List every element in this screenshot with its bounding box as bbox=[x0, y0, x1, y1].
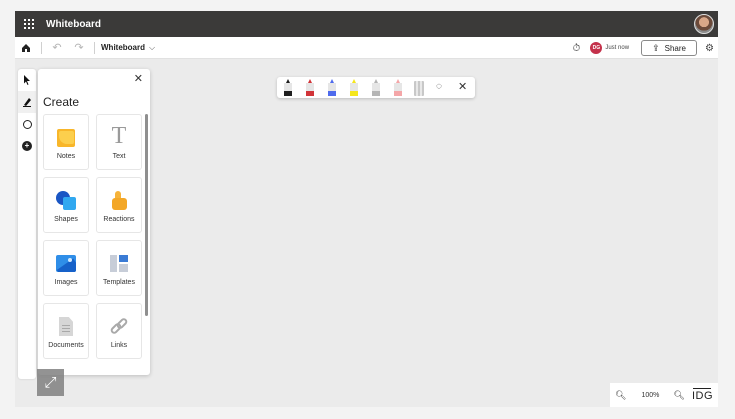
title-bar: Whiteboard bbox=[15, 11, 718, 37]
ink-toolbar: ◌ ✕ bbox=[277, 77, 475, 98]
tile-label: Links bbox=[110, 342, 128, 349]
undo-button[interactable]: ↶ bbox=[46, 37, 68, 59]
share-label: Share bbox=[664, 43, 686, 53]
home-icon bbox=[22, 43, 30, 52]
app-title: Whiteboard bbox=[46, 18, 101, 30]
document-icon bbox=[56, 317, 76, 337]
tile-label: Templates bbox=[103, 279, 135, 286]
create-panel: ✕ Create Notes T Text Shapes Reactions I… bbox=[38, 69, 150, 375]
board-name[interactable]: Whiteboard bbox=[101, 43, 145, 52]
select-tool-button[interactable] bbox=[18, 69, 36, 91]
tile-label: Text bbox=[112, 153, 126, 160]
share-button[interactable]: ⇪ Share bbox=[641, 40, 698, 56]
tool-rail: + bbox=[18, 69, 36, 379]
thumbs-up-icon bbox=[109, 191, 129, 211]
home-button[interactable] bbox=[15, 37, 37, 59]
red-pen-icon[interactable] bbox=[306, 79, 314, 96]
shapes-tile[interactable]: Shapes bbox=[43, 177, 89, 233]
user-avatar[interactable] bbox=[694, 14, 714, 34]
tile-label: Notes bbox=[56, 153, 76, 160]
shapes-icon bbox=[56, 191, 76, 211]
templates-icon bbox=[109, 254, 129, 274]
reactions-tile[interactable]: Reactions bbox=[96, 177, 142, 233]
yellow-highlighter-icon[interactable] bbox=[350, 79, 358, 96]
images-tile[interactable]: Images bbox=[43, 240, 89, 296]
close-icon[interactable]: ✕ bbox=[458, 80, 467, 93]
command-bar-right: ⏱ DG Just now ⇪ Share ⚙ bbox=[573, 37, 714, 59]
gray-marker-icon[interactable] bbox=[372, 79, 380, 96]
undo-icon: ↶ bbox=[52, 42, 62, 54]
links-tile[interactable]: Links bbox=[96, 303, 142, 359]
notes-tile[interactable]: Notes bbox=[43, 114, 89, 170]
expand-icon[interactable]: ⤢ bbox=[37, 369, 64, 396]
blue-pen-icon[interactable] bbox=[328, 79, 336, 96]
ink-tool-button[interactable] bbox=[18, 91, 36, 113]
link-icon bbox=[109, 316, 129, 337]
tile-label: Shapes bbox=[54, 216, 78, 223]
text-icon: T bbox=[111, 123, 127, 149]
templates-tile[interactable]: Templates bbox=[96, 240, 142, 296]
panel-scrollbar[interactable] bbox=[145, 114, 148, 316]
documents-tile[interactable]: Documents bbox=[43, 303, 89, 359]
timer-icon[interactable]: ⏱ bbox=[573, 43, 581, 54]
waffle-icon bbox=[24, 19, 34, 29]
redo-icon: ↷ bbox=[74, 42, 84, 54]
pink-marker-icon[interactable] bbox=[394, 79, 402, 96]
presence-avatar[interactable]: DG bbox=[590, 42, 603, 54]
divider bbox=[41, 41, 42, 54]
command-bar: ↶ ↷ Whiteboard ⌵ ⏱ DG Just now ⇪ Share ⚙ bbox=[15, 37, 718, 59]
redo-button[interactable]: ↷ bbox=[68, 37, 90, 59]
watermark: IDG bbox=[692, 388, 714, 402]
divider bbox=[94, 41, 95, 54]
share-icon: ⇪ bbox=[652, 42, 660, 53]
image-icon bbox=[56, 254, 76, 274]
cursor-icon bbox=[24, 75, 30, 85]
app-launcher-button[interactable] bbox=[15, 11, 43, 37]
tile-label: Reactions bbox=[103, 216, 135, 223]
panel-title: Create bbox=[43, 95, 80, 109]
lasso-select-icon[interactable]: ◌ bbox=[436, 81, 442, 92]
zoom-in-icon[interactable]: 🔍︎ bbox=[673, 390, 684, 401]
create-tool-button[interactable]: + bbox=[18, 135, 36, 157]
black-pen-icon[interactable] bbox=[284, 79, 292, 96]
sync-status: Just now bbox=[605, 45, 630, 51]
ruler-icon[interactable] bbox=[414, 79, 424, 96]
zoom-level[interactable]: 100% bbox=[641, 392, 659, 399]
comment-icon bbox=[22, 119, 32, 129]
settings-gear-icon[interactable]: ⚙ bbox=[705, 43, 714, 54]
chevron-down-icon[interactable]: ⌵ bbox=[149, 43, 155, 53]
zoom-out-icon[interactable]: 🔍︎ bbox=[615, 390, 626, 401]
sticky-note-icon bbox=[56, 128, 76, 148]
app-window: Whiteboard ↶ ↷ Whiteboard ⌵ ⏱ DG Just no… bbox=[15, 11, 718, 407]
tile-label: Images bbox=[54, 279, 78, 286]
close-icon[interactable]: ✕ bbox=[134, 72, 143, 85]
comment-tool-button[interactable] bbox=[18, 113, 36, 135]
text-tile[interactable]: T Text bbox=[96, 114, 142, 170]
tile-label: Documents bbox=[48, 342, 84, 349]
pen-icon bbox=[23, 98, 31, 107]
plus-icon: + bbox=[22, 141, 32, 151]
